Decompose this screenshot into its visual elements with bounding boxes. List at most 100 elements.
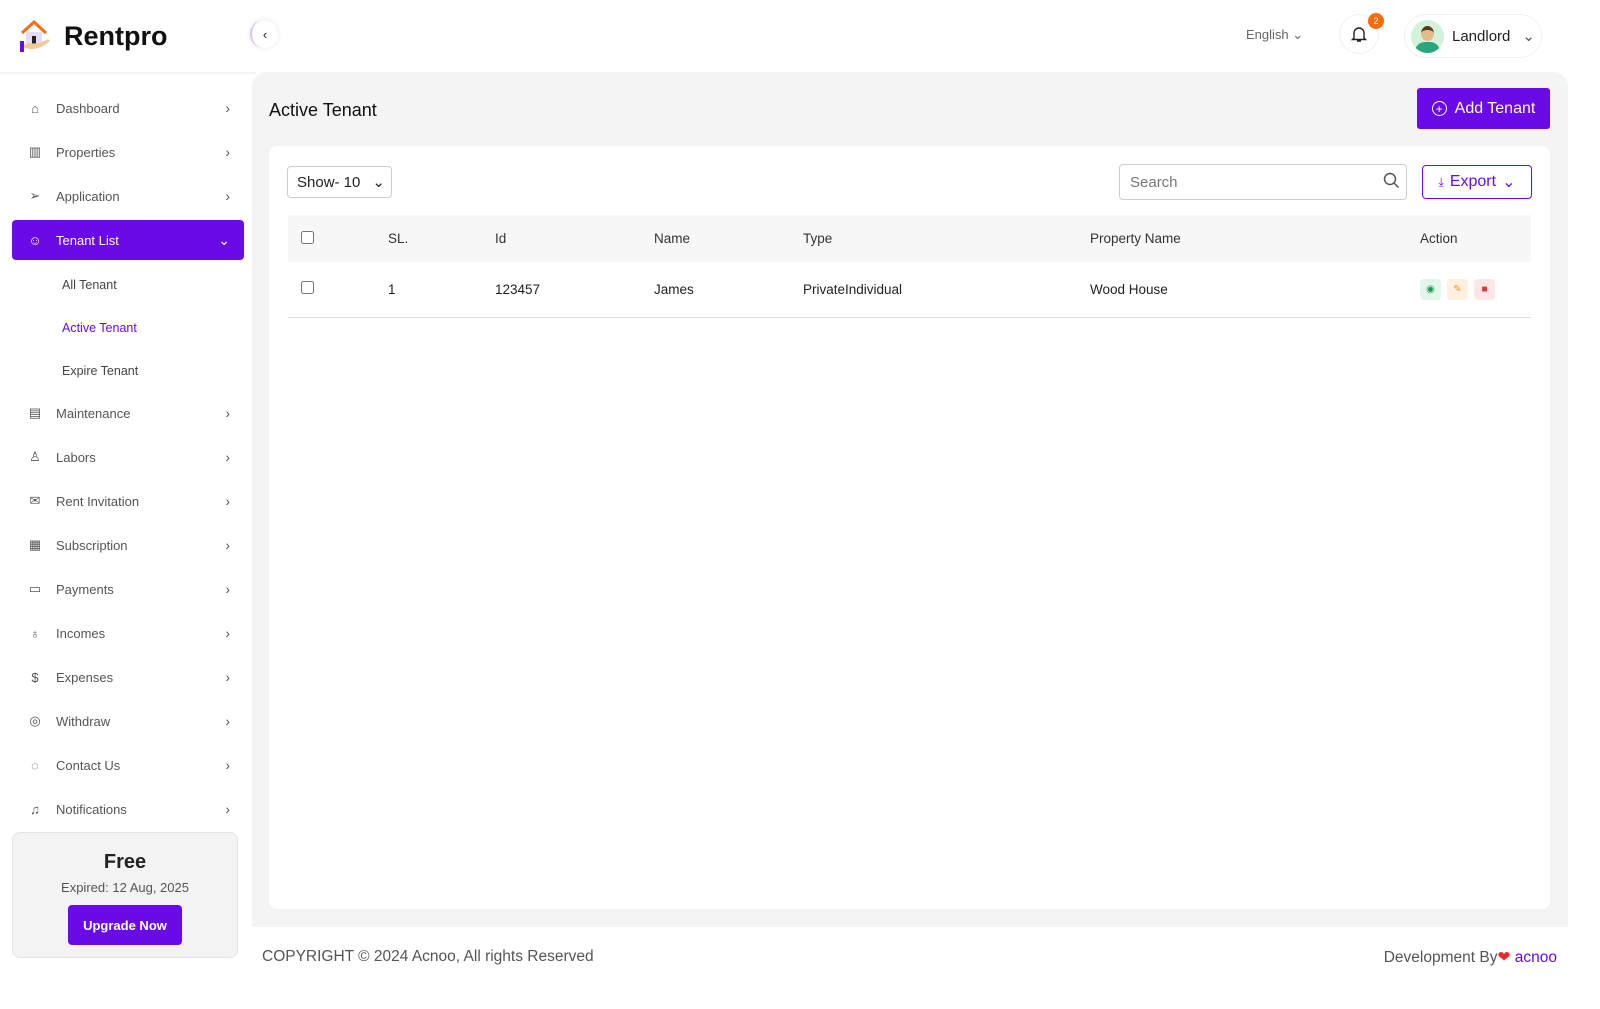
bell-icon (1349, 24, 1369, 44)
notification-button[interactable]: 2 (1339, 14, 1379, 54)
add-tenant-label: Add Tenant (1455, 100, 1536, 118)
sidebar-item-tenant-list[interactable]: ☺ Tenant List ⌄ (12, 220, 244, 260)
sidebar-item-label: Dashboard (56, 101, 120, 116)
sidebar-item-label: Properties (56, 145, 115, 160)
sidebar-item-label: Contact Us (56, 758, 120, 773)
sidebar: Rentpro ⌂Dashboard›▥Properties›➢Applicat… (0, 0, 256, 1000)
sidebar-item-label: Rent Invitation (56, 494, 139, 509)
plan-name: Free (13, 851, 237, 874)
avatar (1411, 20, 1444, 53)
developer-credit: Development By❤ acnoo (1384, 948, 1557, 967)
cell-property: Wood House (1090, 262, 1420, 317)
dev-brand-link[interactable]: acnoo (1515, 949, 1557, 966)
search-icon (1383, 172, 1400, 189)
search-input[interactable] (1119, 164, 1407, 200)
chevron-right-icon: › (225, 801, 230, 817)
dev-label: Development By (1384, 949, 1498, 966)
chevron-right-icon: › (225, 100, 230, 116)
sidebar-item-subscription[interactable]: ▦Subscription› (12, 525, 244, 565)
col-id: Id (495, 215, 654, 262)
clipboard-icon: ▤ (26, 404, 44, 422)
sidebar-item-label: Notifications (56, 802, 127, 817)
payment-icon: ▭ (26, 580, 44, 598)
chevron-down-icon: ⌄ (218, 232, 230, 249)
sidebar-item-label: Payments (56, 582, 114, 597)
chevron-right-icon: › (225, 449, 230, 465)
heart-icon: ❤ (1497, 949, 1510, 966)
chevron-right-icon: › (225, 669, 230, 685)
export-button[interactable]: ⤓Export⌄ (1422, 165, 1532, 199)
sidebar-item-notifications[interactable]: ♫Notifications› (12, 789, 244, 829)
topbar: ‹ English ⌄ 2 Landlord ⌄ (256, 0, 1600, 70)
select-all-checkbox[interactable] (301, 231, 314, 244)
col-type: Type (803, 215, 1090, 262)
notification-badge: 2 (1368, 13, 1384, 29)
page-title: Active Tenant (269, 100, 377, 121)
col-action: Action (1420, 215, 1531, 262)
collapse-sidebar-button[interactable]: ‹ (250, 20, 278, 48)
logo[interactable]: Rentpro (0, 0, 256, 74)
home-icon: ⌂ (26, 99, 44, 117)
chevron-left-icon: ‹ (263, 27, 267, 42)
plus-circle-icon: + (1432, 101, 1447, 116)
language-label: English (1246, 27, 1289, 42)
col-property: Property Name (1090, 215, 1420, 262)
subscription-icon: ▦ (26, 536, 44, 554)
chevron-right-icon: › (225, 144, 230, 160)
chat-icon: ◌ (26, 756, 44, 774)
user-name: Landlord (1452, 28, 1510, 45)
chevron-right-icon: › (225, 581, 230, 597)
user-menu[interactable]: Landlord ⌄ (1404, 14, 1542, 58)
chevron-down-icon: ⌄ (372, 173, 385, 191)
sidebar-item-label: Tenant List (56, 233, 119, 248)
sidebar-item-withdraw[interactable]: ◎Withdraw› (12, 701, 244, 741)
sidebar-item-label: Incomes (56, 626, 105, 641)
sidebar-item-payments[interactable]: ▭ Payments › (12, 569, 244, 609)
chevron-down-icon: ⌄ (1522, 27, 1535, 45)
col-name: Name (654, 215, 803, 262)
sidebar-item-label: Maintenance (56, 406, 130, 421)
cell-id: 123457 (495, 262, 654, 317)
delete-button[interactable]: ■ (1474, 279, 1495, 300)
sidebar-item-contact-us[interactable]: ◌ Contact Us › (12, 745, 244, 785)
chevron-right-icon: › (225, 757, 230, 773)
col-sl: SL. (388, 215, 495, 262)
sidebar-item-label: Labors (56, 450, 96, 465)
plan-card: Free Expired: 12 Aug, 2025 Upgrade Now (12, 832, 238, 958)
sidebar-item-incomes[interactable]: ♁ Incomes › (12, 613, 244, 653)
upgrade-button[interactable]: Upgrade Now (68, 905, 182, 945)
submenu-all-tenant[interactable]: All Tenant (0, 264, 256, 307)
sidebar-item-labors[interactable]: ♙Labors› (12, 437, 244, 477)
export-label: Export (1450, 173, 1496, 191)
show-entries-select[interactable]: Show- 10 ⌄ (287, 166, 392, 198)
view-button[interactable]: ◉ (1420, 279, 1441, 300)
row-checkbox[interactable] (301, 281, 314, 294)
pencil-icon: ✎ (1453, 284, 1461, 295)
sidebar-item-rent-invitation[interactable]: ✉ Rent Invitation › (12, 481, 244, 521)
copyright: COPYRIGHT © 2024 Acnoo, All rights Reser… (262, 948, 594, 966)
submenu-expire-tenant[interactable]: Expire Tenant (0, 350, 256, 393)
download-icon: ⤓ (1439, 175, 1444, 190)
sidebar-item-properties[interactable]: ▥Properties› (12, 132, 244, 172)
language-select[interactable]: English ⌄ (1246, 27, 1303, 43)
cell-type: PrivateIndividual (803, 262, 1090, 317)
users-icon: ☺ (26, 231, 44, 249)
edit-button[interactable]: ✎ (1447, 279, 1468, 300)
add-tenant-button[interactable]: + Add Tenant (1417, 88, 1550, 129)
show-label: Show- 10 (297, 174, 360, 191)
cell-name: James (654, 262, 803, 317)
plan-expiry: Expired: 12 Aug, 2025 (13, 880, 237, 895)
sidebar-item-application[interactable]: ➢Application› (12, 176, 244, 216)
money-bag-icon: ♁ (26, 624, 44, 642)
sidebar-item-maintenance[interactable]: ▤Maintenance› (12, 393, 244, 433)
expense-icon: $ (26, 668, 44, 686)
sidebar-item-expenses[interactable]: $ Expenses › (12, 657, 244, 697)
chevron-right-icon: › (225, 537, 230, 553)
sidebar-item-dashboard[interactable]: ⌂ Dashboard › (12, 88, 244, 128)
invitation-icon: ✉ (26, 492, 44, 510)
chevron-right-icon: › (225, 625, 230, 641)
submenu-active-tenant[interactable]: Active Tenant (0, 307, 256, 350)
sidebar-item-label: Expenses (56, 670, 113, 685)
chevron-right-icon: › (225, 493, 230, 509)
main-content: Active Tenant + Add Tenant Show- 10 ⌄ ⤓ Exp… (252, 72, 1568, 927)
